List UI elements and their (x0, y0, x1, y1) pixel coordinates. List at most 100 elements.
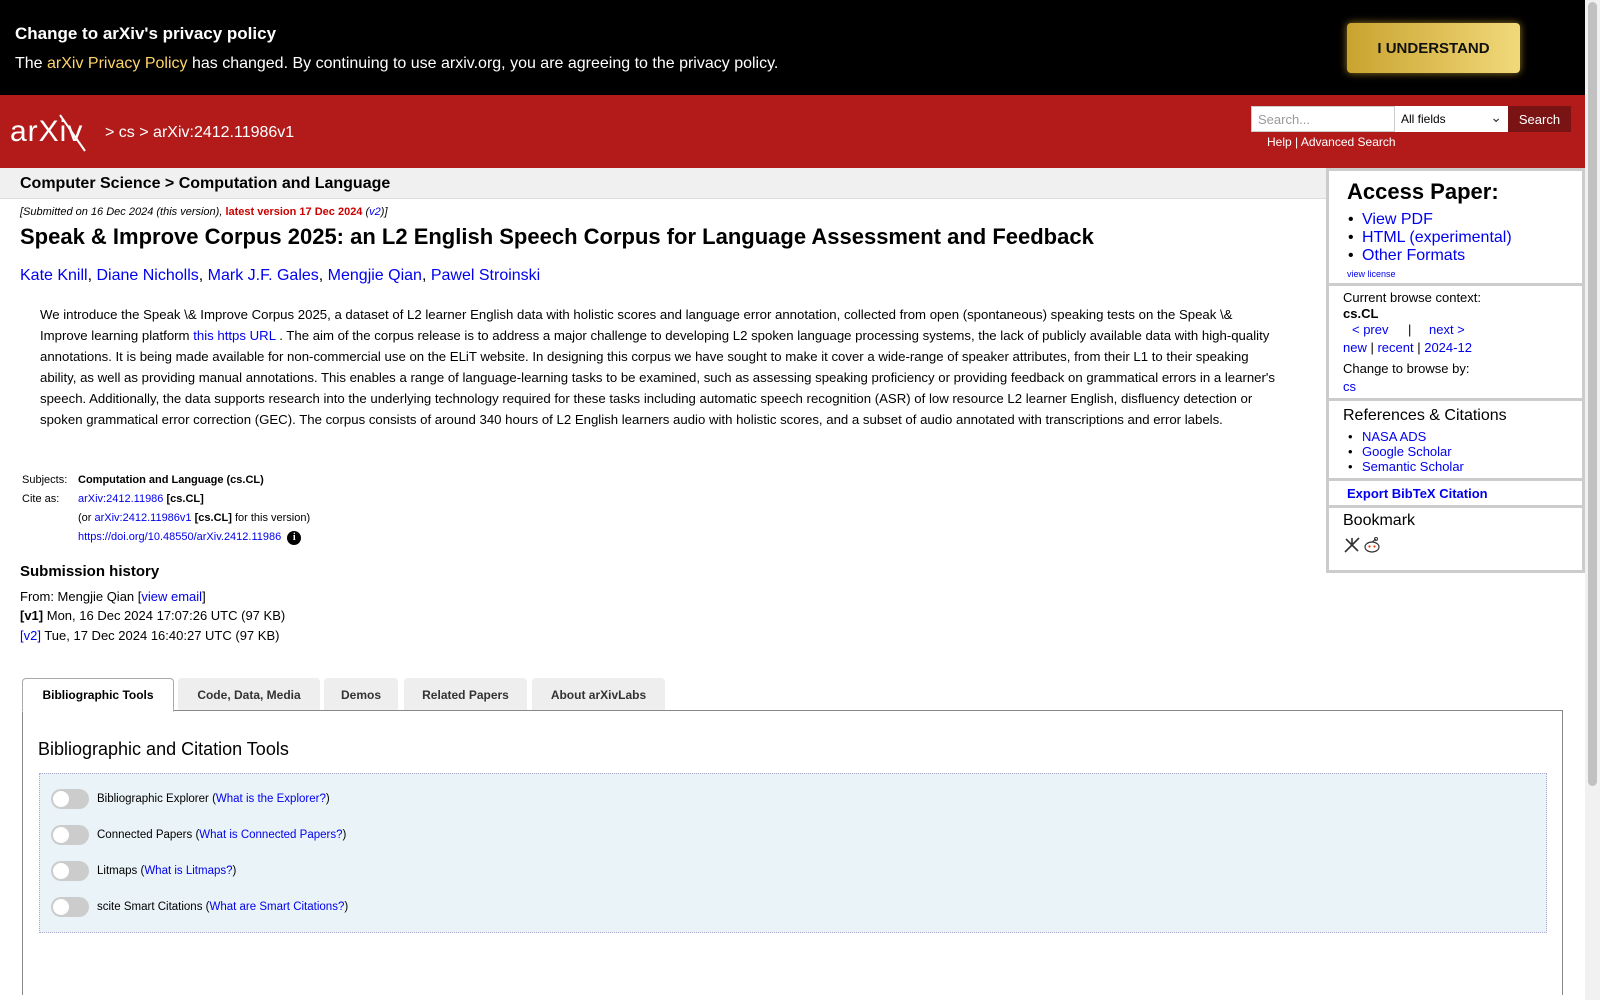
html-experimental-link[interactable]: HTML (experimental) (1362, 229, 1512, 246)
site-header: arXiv > cs > arXiv:2412.11986v1 Search..… (0, 95, 1585, 168)
submission-dateline: [Submitted on 16 Dec 2024 (this version)… (20, 206, 388, 218)
author-link[interactable]: Kate Knill (20, 267, 88, 284)
subjects-value: Computation and Language (cs.CL) (78, 474, 264, 486)
breadcrumb-sep: > (105, 124, 115, 141)
tool-help-link[interactable]: What are Smart Citations? (209, 901, 344, 913)
references-box: References & Citations NASA ADS Google S… (1329, 401, 1582, 478)
browse-period-links: new | recent | 2024-12 (1343, 340, 1472, 355)
litmaps-toggle[interactable] (51, 861, 89, 881)
search-button[interactable]: Search (1508, 106, 1571, 132)
tool-scite: scite Smart Citations (What are Smart Ci… (51, 897, 348, 917)
privacy-text-post: has changed. By continuing to use arxiv.… (187, 55, 779, 72)
next-link[interactable]: next > (1429, 322, 1465, 337)
i-understand-button[interactable]: I UNDERSTAND (1347, 23, 1520, 73)
references-title: References & Citations (1343, 407, 1507, 424)
latest-version: latest version 17 Dec 2024 (225, 206, 363, 218)
change-browse-label: Change to browse by: (1343, 361, 1470, 376)
history-v2: [v2] Tue, 17 Dec 2024 16:40:27 UTC (97 K… (20, 628, 279, 643)
recent-link[interactable]: recent (1377, 340, 1413, 355)
view-email-link[interactable]: view email (141, 589, 202, 604)
tab-about-arxivlabs[interactable]: About arXivLabs (532, 678, 665, 711)
export-bibtex-link[interactable]: Export BibTeX Citation (1347, 486, 1488, 501)
cite-id-link[interactable]: arXiv:2412.11986 (78, 493, 163, 505)
tool-help-link[interactable]: What is Connected Papers? (199, 829, 342, 841)
v1-text: Mon, 16 Dec 2024 17:07:26 UTC (97 KB) (43, 608, 286, 623)
scrollbar-thumb[interactable] (1588, 2, 1597, 786)
reddit-icon[interactable] (1363, 536, 1381, 554)
cite-value: arXiv:2412.11986 [cs.CL] (78, 493, 204, 505)
month-link[interactable]: 2024-12 (1424, 340, 1472, 355)
submission-history-title: Submission history (20, 563, 160, 580)
references-links: NASA ADS Google Scholar Semantic Scholar (1348, 429, 1464, 474)
search-field-value: All fields (1401, 112, 1446, 126)
google-scholar-link[interactable]: Google Scholar (1362, 444, 1452, 459)
new-link[interactable]: new (1343, 340, 1367, 355)
tool-label: Connected Papers (97, 829, 193, 841)
bibliographic-explorer-toggle[interactable] (51, 789, 89, 809)
search-help-links: Help | Advanced Search (1267, 135, 1396, 149)
tab-demos[interactable]: Demos (324, 678, 398, 711)
nav-sep: | (1408, 322, 1412, 337)
tool-bibliographic-explorer: Bibliographic Explorer (What is the Expl… (51, 789, 330, 809)
category-title: Computer Science > Computation and Langu… (20, 175, 391, 192)
help-link[interactable]: Help (1267, 135, 1292, 149)
search-input[interactable]: Search... (1251, 106, 1395, 132)
browse-cs-link[interactable]: cs (1343, 379, 1356, 394)
chevron-down-icon: ⌄ (1490, 109, 1502, 125)
cite-version: (or arXiv:2412.11986v1 [cs.CL] for this … (78, 512, 310, 524)
author-link[interactable]: Pawel Stroinski (431, 267, 540, 284)
semantic-scholar-link[interactable]: Semantic Scholar (1362, 459, 1464, 474)
prev-link[interactable]: < prev (1352, 322, 1389, 337)
scite-toggle[interactable] (51, 897, 89, 917)
connected-papers-toggle[interactable] (51, 825, 89, 845)
breadcrumb: > cs > arXiv:2412.11986v1 (105, 124, 294, 142)
tab-related-papers[interactable]: Related Papers (404, 678, 527, 711)
advanced-search-link[interactable]: Advanced Search (1301, 135, 1396, 149)
cite-category: [cs.CL] (166, 493, 204, 505)
v1-label: [v1] (20, 608, 44, 623)
arxiv-logo[interactable]: arXiv (10, 113, 100, 153)
bibtex-box: Export BibTeX Citation (1329, 481, 1582, 505)
author-link[interactable]: Diane Nicholls (96, 267, 198, 284)
history-from: From: Mengjie Qian [view email] (20, 589, 206, 604)
view-pdf-link[interactable]: View PDF (1362, 211, 1433, 228)
history-close: ] (202, 589, 206, 604)
author-link[interactable]: Mark J.F. Gales (208, 267, 319, 284)
author-link[interactable]: Mengjie Qian (328, 267, 422, 284)
cite-version-link[interactable]: arXiv:2412.11986v1 (95, 512, 192, 524)
privacy-policy-link[interactable]: arXiv Privacy Policy (47, 55, 187, 72)
search-field-select[interactable]: All fields ⌄ (1395, 106, 1508, 132)
breadcrumb-paper-id: arXiv:2412.11986v1 (153, 124, 295, 141)
info-icon[interactable]: i (287, 531, 302, 545)
authors: Kate Knill, Diane Nicholls, Mark J.F. Ga… (20, 267, 541, 284)
tool-label: scite Smart Citations (97, 901, 203, 913)
privacy-text: The arXiv Privacy Policy has changed. By… (15, 55, 778, 73)
tool-help-link[interactable]: What is Litmaps? (144, 865, 232, 877)
privacy-title: Change to arXiv's privacy policy (15, 24, 277, 43)
tab-bibliographic-tools[interactable]: Bibliographic Tools (22, 678, 174, 712)
cite-or: (or (78, 512, 95, 524)
nasa-ads-link[interactable]: NASA ADS (1362, 429, 1426, 444)
tool-help-link[interactable]: What is the Explorer? (216, 793, 326, 805)
access-paper-title: Access Paper: (1347, 179, 1499, 204)
bookmark-box: Bookmark (1329, 508, 1582, 570)
abstract: We introduce the Speak \& Improve Corpus… (40, 304, 1280, 430)
history-from-text: From: Mengjie Qian [ (20, 589, 142, 604)
submitted-text: [Submitted on 16 Dec 2024 (this version)… (20, 206, 226, 218)
cite-for: for this version) (231, 512, 311, 524)
v2-text: Tue, 17 Dec 2024 16:40:27 UTC (97 KB) (40, 628, 280, 643)
browse-context-label: Current browse context: (1343, 290, 1482, 305)
v2-history-link[interactable]: [v2] (20, 628, 41, 643)
browse-context-value: cs.CL (1343, 306, 1379, 321)
privacy-banner: Change to arXiv's privacy policy The arX… (0, 0, 1585, 95)
access-paper-box: Access Paper: View PDF HTML (experimenta… (1329, 171, 1582, 283)
bibsonomy-icon[interactable] (1343, 536, 1361, 554)
abstract-url-link[interactable]: this https URL (193, 328, 275, 343)
doi-link[interactable]: https://doi.org/10.48550/arXiv.2412.1198… (78, 531, 281, 543)
category-header: Computer Science > Computation and Langu… (0, 168, 1326, 199)
other-formats-link[interactable]: Other Formats (1362, 247, 1465, 264)
v2-link[interactable]: v2 (369, 206, 381, 218)
tab-code-data-media[interactable]: Code, Data, Media (178, 678, 320, 711)
view-license-link[interactable]: view license (1347, 269, 1396, 279)
breadcrumb-cs[interactable]: cs (119, 124, 135, 141)
